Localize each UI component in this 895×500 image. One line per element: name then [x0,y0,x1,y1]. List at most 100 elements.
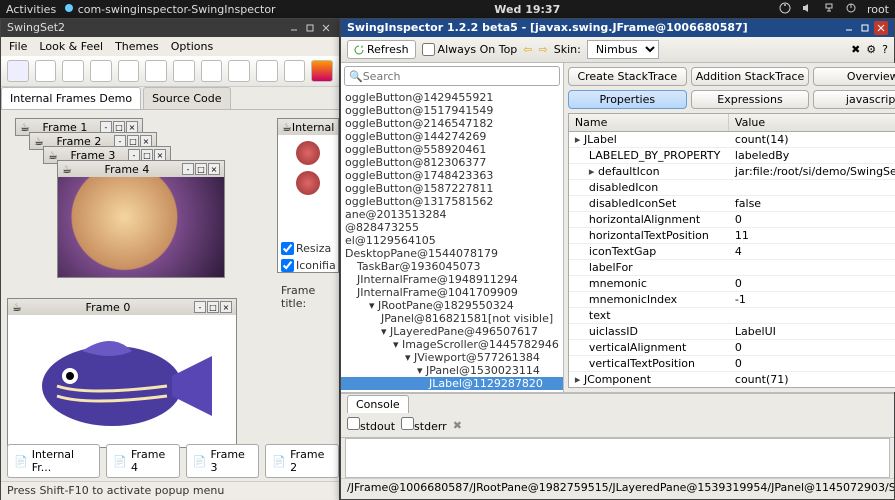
property-row[interactable]: JLabelcount(14) [569,132,895,148]
minimize-button[interactable] [842,21,856,35]
tab-internal-frames-demo[interactable]: Internal Frames Demo [1,87,141,109]
clock[interactable]: Wed 19:37 [276,3,779,16]
property-row[interactable]: mnemonicIndex-1 [569,292,895,308]
toolbar-btn-10[interactable] [256,60,278,82]
close-button[interactable] [319,21,333,35]
tree-node[interactable]: oggleButton@1429455921 [341,91,563,104]
menu-options[interactable]: Options [167,39,217,54]
tree-node[interactable]: TaskBar@1936045073 [341,260,563,273]
window-titlebar[interactable]: SwingInspector 1.2.2 beta5 - [javax.swin… [341,19,894,37]
col-name[interactable]: Name [569,114,729,131]
taskbar-frame2[interactable]: 📄Frame 2 [265,444,339,478]
menu-themes[interactable]: Themes [111,39,163,54]
tree-node[interactable]: DesktopPane@1544078179 [341,247,563,260]
close-button[interactable] [874,21,888,35]
tab-expressions[interactable]: Expressions [691,90,810,109]
stdout-checkbox[interactable]: stdout [347,417,395,433]
search-input[interactable] [363,70,555,83]
property-row[interactable]: mnemonic0 [569,276,895,292]
overview-button[interactable]: Overview [813,67,895,86]
tree-node[interactable]: ▾ JViewport@577261384 [341,351,563,364]
tree-node[interactable]: JInternalFrame@1041709909 [341,286,563,299]
tree-node[interactable]: ane@2013513284 [341,208,563,221]
tree-node[interactable]: JPanel@816821581[not visible] [341,312,563,325]
menu-look-feel[interactable]: Look & Feel [35,39,107,54]
tree-node[interactable]: oggleButton@558920461 [341,143,563,156]
console-output[interactable] [345,438,890,478]
nav-forward-button[interactable]: ⇨ [539,43,548,56]
property-row[interactable]: labelFor [569,260,895,276]
toolbar-btn-2[interactable] [35,60,57,82]
col-value[interactable]: Value [729,114,895,131]
tree-node[interactable]: ▾ ImageScroller@1445782946 [341,338,563,351]
taskbar-frame4[interactable]: 📄Frame 4 [106,444,180,478]
if-close-icon[interactable]: × [208,163,220,175]
menu-file[interactable]: File [5,39,31,54]
tab-javascript[interactable]: javascript [813,90,895,109]
tree-node[interactable]: JLabel@1129287820 [341,377,563,390]
tree-node[interactable]: oggleButton@812306377 [341,156,563,169]
network-icon[interactable] [823,2,835,17]
addition-stacktrace-button[interactable]: Addition StackTrace [691,67,810,86]
tree-node[interactable]: oggleButton@2146547182 [341,117,563,130]
taskbar-internal[interactable]: 📄Internal Fr... [7,444,100,478]
tree-node[interactable]: ▾ JLayeredPane@496507617 [341,325,563,338]
tree-node[interactable]: ▾ JPanel@1530023114 [341,364,563,377]
tool-help-icon[interactable]: ? [882,43,888,56]
property-row[interactable]: verticalAlignment0 [569,340,895,356]
tree-node[interactable]: el@1129564105 [341,234,563,247]
minimize-button[interactable] [287,21,301,35]
activities-button[interactable]: Activities [6,3,56,16]
if-max-icon[interactable]: □ [195,163,207,175]
tree-node[interactable]: ▾ JRootPane@1829550324 [341,299,563,312]
toolbar-btn-3[interactable] [62,60,84,82]
component-tree[interactable]: oggleButton@1429455921oggleButton@151794… [341,89,563,392]
property-row[interactable]: iconTextGap4 [569,244,895,260]
property-row[interactable]: text [569,308,895,324]
if-close-icon[interactable]: × [220,301,232,313]
toolbar-btn-11[interactable] [284,60,306,82]
toolbar-btn-9[interactable] [228,60,250,82]
search-field[interactable]: 🔍 [344,66,560,86]
internal-frame-4[interactable]: ☕Frame 4-□× [57,160,225,278]
toolbar-btn-4[interactable] [90,60,112,82]
tree-node[interactable]: oggleButton@1317581562 [341,195,563,208]
user-label[interactable]: root [867,3,889,16]
properties-table[interactable]: Name Value JLabelcount(14)LABELED_BY_PRO… [568,113,895,388]
tree-node[interactable]: oggleButton@1748423363 [341,169,563,182]
always-on-top-checkbox[interactable]: Always On Top [422,43,518,56]
power-icon[interactable] [845,2,857,17]
window-titlebar[interactable]: SwingSet2 [1,19,339,37]
property-row[interactable]: verticalTextPosition0 [569,356,895,372]
toolbar-btn-7[interactable] [173,60,195,82]
property-row[interactable]: horizontalAlignment0 [569,212,895,228]
tool-gear-icon[interactable]: ⚙ [866,43,876,56]
property-row[interactable]: disabledIconSetfalse [569,196,895,212]
maximize-button[interactable] [303,21,317,35]
toolbar-btn-5[interactable] [118,60,140,82]
maximize-button[interactable] [858,21,872,35]
tab-source-code[interactable]: Source Code [143,87,230,109]
refresh-button[interactable]: Refresh [347,40,416,59]
iconifiable-checkbox[interactable] [281,259,294,272]
tree-node[interactable]: oggleButton@144274269 [341,130,563,143]
desktop-pane[interactable]: ☕Frame 1-□× ☕Frame 2-□× ☕Frame 3-□× ☕Fra… [1,110,339,500]
property-row[interactable]: horizontalTextPosition11 [569,228,895,244]
app-indicator[interactable]: com-swinginspector-SwingInspector [64,3,275,16]
if-min-icon[interactable]: - [182,163,194,175]
clear-console-icon[interactable]: ✖ [453,419,462,432]
tree-node[interactable]: oggleButton@1517941549 [341,104,563,117]
accessibility-icon[interactable] [779,2,791,17]
property-row[interactable]: disabledIcon [569,180,895,196]
tree-node[interactable]: JInternalFrame@1948911294 [341,273,563,286]
skin-select[interactable]: Nimbus [587,40,659,59]
property-row[interactable]: uiclassIDLabelUI [569,324,895,340]
toolbar-btn-1[interactable] [7,60,29,82]
property-row[interactable]: LABELED_BY_PROPERTYlabeledBy [569,148,895,164]
internal-frame-0[interactable]: ☕Frame 0-□× [7,298,237,448]
tree-node[interactable]: oggleButton@1587227811 [341,182,563,195]
nav-back-button[interactable]: ⇦ [523,43,532,56]
taskbar-frame3[interactable]: 📄Frame 3 [186,444,260,478]
tool-close-icon[interactable]: ✖ [851,43,860,56]
if-max-icon[interactable]: □ [207,301,219,313]
